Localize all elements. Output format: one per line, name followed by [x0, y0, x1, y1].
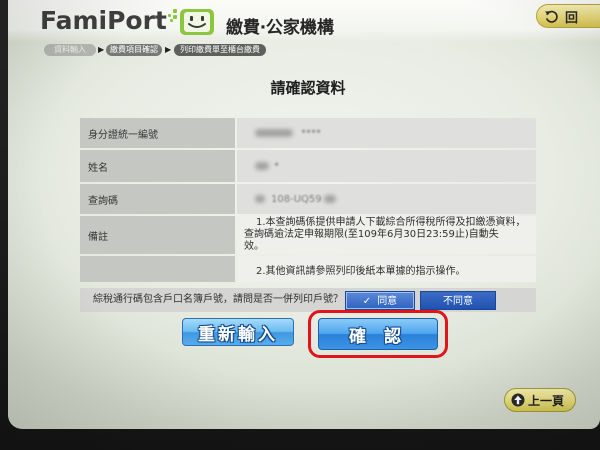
- confirm-data-table: 身分證統一編號 **** 姓名 * 查詢碼 108-UQ59 備註 1.本查詢碼…: [80, 118, 536, 282]
- row-label-name: 姓名: [80, 150, 235, 182]
- home-arrow-icon: [545, 10, 558, 23]
- breadcrumb-arrow-icon: ▶: [98, 45, 105, 54]
- kiosk-photo: FamiPort 繳費‧公家機構 回 資料輸入 ▶ 繳費項目確認 ▶ 列印繳費單…: [0, 0, 600, 450]
- name-value: *: [274, 160, 279, 172]
- breadcrumb-step-data-entry: 資料輸入: [44, 44, 96, 56]
- row-value-name: *: [237, 150, 536, 182]
- famiport-smiley-icon: [180, 9, 214, 35]
- reenter-button[interactable]: 重新輸入: [182, 318, 294, 346]
- masked-blur: [255, 129, 293, 137]
- masked-blur: [255, 162, 269, 170]
- section-heading: 請確認資料: [270, 79, 346, 97]
- previous-page-label: 上一頁: [528, 393, 565, 408]
- breadcrumb-arrow-icon: ▶: [165, 45, 172, 54]
- masked-blur: [323, 195, 336, 203]
- note-line: 查詢碼逾法定申報期限(至109年6月30日23:59止)自動失: [244, 229, 499, 240]
- masked-blur: [255, 195, 265, 203]
- row-label-query-code: 查詢碼: [80, 184, 235, 214]
- agree-button[interactable]: ✓ 同意: [345, 291, 415, 310]
- agree-button-label: 同意: [377, 296, 398, 307]
- up-arrow-icon: [511, 393, 525, 407]
- row-label-note-extra: [80, 256, 235, 282]
- breadcrumb-step-confirm-items: 繳費項目確認: [106, 44, 162, 56]
- red-highlight-outline: [308, 310, 448, 358]
- row-value-query-code: 108-UQ59: [237, 184, 536, 214]
- row-label-id-number: 身分證統一編號: [80, 118, 235, 148]
- check-icon: ✓: [362, 296, 372, 307]
- breadcrumb-step-print-slip: 列印繳費單至櫃台繳費: [174, 44, 266, 56]
- note-line: 效。: [244, 241, 264, 252]
- page-title: 繳費‧公家機構: [226, 18, 334, 38]
- query-code-value: 108-UQ59: [271, 193, 322, 205]
- previous-page-button[interactable]: 上一頁: [504, 388, 576, 412]
- row-value-note: 1.本查詢碼係提供申請人下載綜合所得稅所得及扣繳憑資料， 查詢碼逾法定申報期限(…: [237, 216, 536, 254]
- row-value-note-extra: 2.其他資訊請參照列印後紙本單據的指示操作。: [237, 256, 536, 282]
- row-value-id-number: ****: [237, 118, 536, 148]
- disagree-button[interactable]: 不同意: [420, 291, 496, 310]
- row-label-note: 備註: [80, 216, 235, 254]
- home-button-label: 回: [565, 10, 579, 26]
- print-household-question: 綜稅通行碼包含戶口名簿戶號，請問是否一併列印戶號？: [93, 294, 343, 305]
- famiport-logo-text: FamiPort: [40, 6, 167, 35]
- home-button[interactable]: 回: [536, 4, 600, 28]
- note-line: 1.本查詢碼係提供申請人下載綜合所得稅所得及扣繳憑資料，: [256, 217, 526, 228]
- logo-dots-icon: [168, 9, 177, 22]
- id-number-value: ****: [301, 127, 321, 139]
